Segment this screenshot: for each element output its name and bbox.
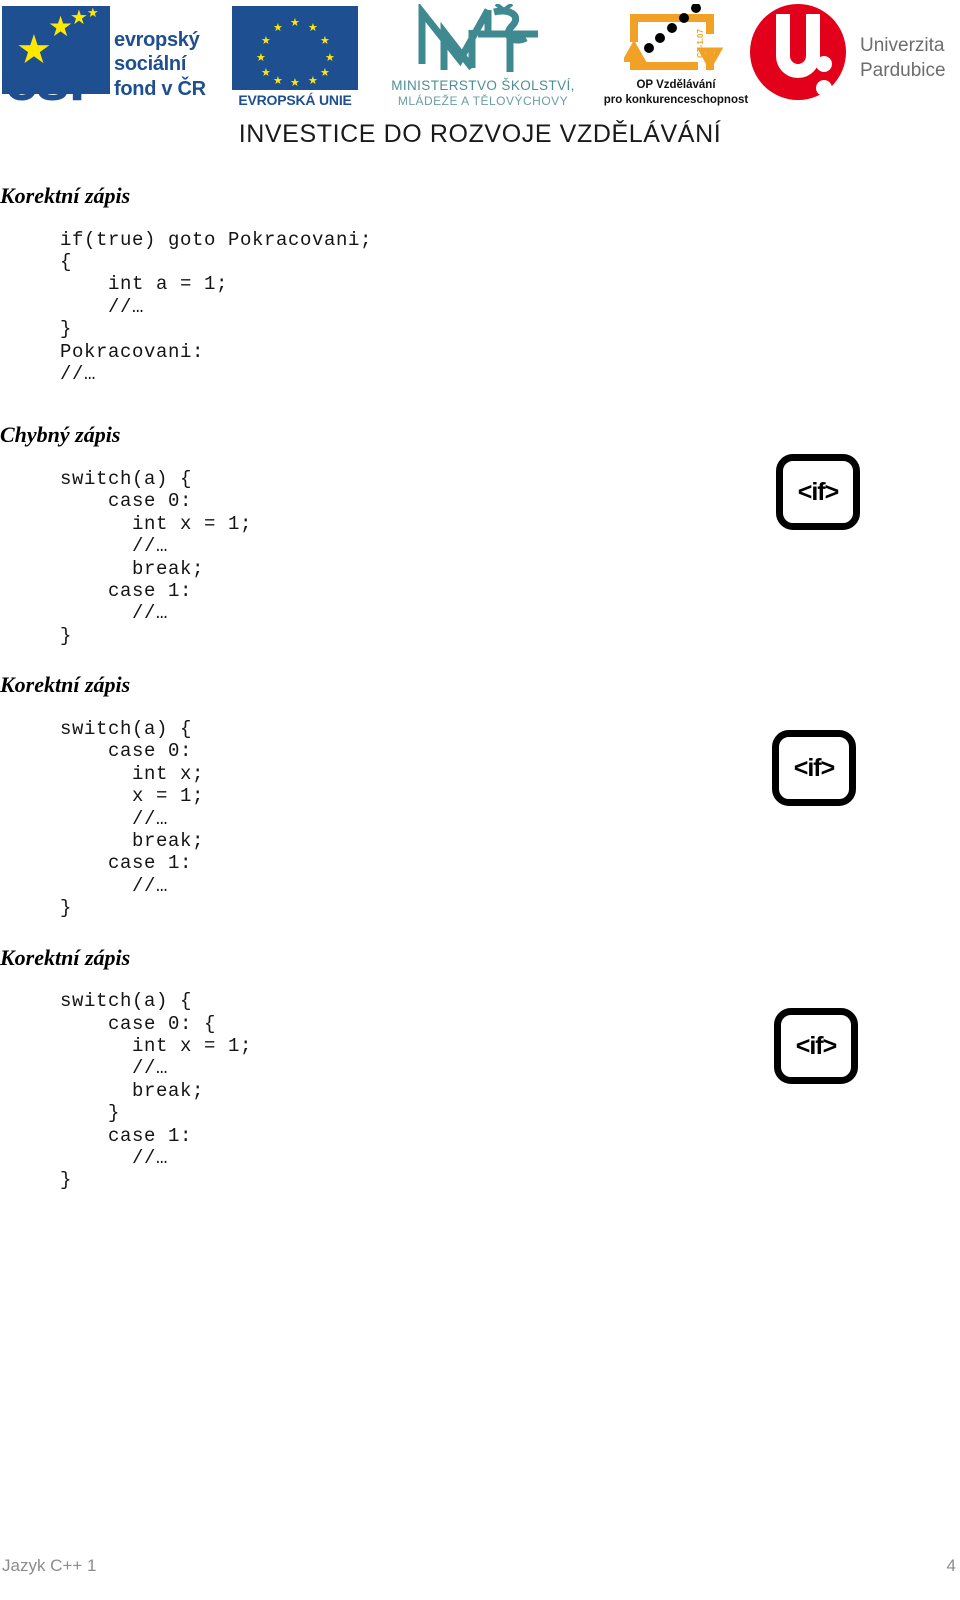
footer-page-number: 4 bbox=[946, 1556, 956, 1575]
section-heading: Korektní zápis bbox=[0, 944, 131, 970]
section-heading: Chybný zápis bbox=[0, 422, 121, 448]
op-vzdelavani-logo: CZ-1.07 OP Vzdělávání pro konkurencescho… bbox=[600, 3, 752, 112]
eu-star: ★ bbox=[308, 22, 318, 34]
if-tag-label: <if> bbox=[795, 1031, 837, 1060]
esf-tagline-line2: sociální bbox=[114, 53, 187, 76]
upce-mark-icon bbox=[746, 2, 850, 106]
eu-star: ★ bbox=[290, 17, 300, 29]
eu-star: ★ bbox=[320, 67, 330, 79]
upce-line2: Pardubice bbox=[860, 59, 946, 81]
section-korektni-zapis-1: Korektní zápis if(true) goto Pokracovani… bbox=[0, 178, 960, 385]
eu-star: ★ bbox=[273, 75, 283, 87]
esf-tagline-line1: evropský bbox=[114, 29, 200, 51]
eu-caption: EVROPSKÁ UNIE bbox=[238, 92, 352, 108]
eu-star: ★ bbox=[308, 75, 318, 87]
op-line1: OP Vzdělávání bbox=[636, 79, 716, 91]
if-tag-label: <if> bbox=[793, 753, 835, 782]
op-line2: pro konkurenceschopnost bbox=[603, 94, 749, 106]
if-tag-icon: <if> bbox=[776, 454, 860, 530]
eu-star: ★ bbox=[261, 67, 271, 79]
esf-star-tiny: ★ bbox=[87, 5, 99, 20]
eu-star: ★ bbox=[261, 35, 271, 47]
msmt-line2: MLÁDEŽE A TĚLOVÝCHOVY bbox=[397, 94, 569, 108]
esf-logo: ★ ★ ★ ★ esf evropský sociální fond v ČR bbox=[2, 5, 220, 111]
univerzita-pardubice-logo: Univerzita Pardubice bbox=[742, 2, 958, 108]
eu-star: ★ bbox=[290, 77, 300, 89]
footer-document-title: Jazyk C++ 1 bbox=[2, 1556, 97, 1575]
esf-tagline-line3: fond v ČR bbox=[114, 77, 206, 100]
european-union-logo: ★ ★ ★ ★ ★ ★ ★ ★ ★ ★ ★ ★ EVROPSKÁ UNIE bbox=[232, 6, 358, 110]
investice-banner: INVESTICE DO ROZVOJE VZDĚLÁVÁNÍ bbox=[238, 120, 722, 148]
page-footer: Jazyk C++ 1 4 bbox=[0, 1556, 960, 1586]
esf-tagline: evropský sociální fond v ČR bbox=[114, 28, 206, 101]
esf-wordmark: esf bbox=[4, 45, 88, 114]
msmt-logo: MINISTERSTVO ŠKOLSTVÍ, MLÁDEŽE A TĚLOVÝC… bbox=[366, 1, 600, 110]
section-heading: Korektní zápis bbox=[0, 183, 131, 208]
msmt-mark-icon bbox=[414, 1, 544, 76]
eu-star: ★ bbox=[320, 35, 330, 47]
eu-star: ★ bbox=[325, 52, 335, 64]
section-heading: Korektní zápis bbox=[0, 672, 131, 698]
if-tag-icon: <if> bbox=[772, 730, 856, 806]
esf-star-small: ★ bbox=[70, 7, 88, 29]
upce-line1: Univerzita bbox=[860, 35, 945, 56]
msmt-line1: MINISTERSTVO ŠKOLSTVÍ, bbox=[391, 78, 575, 93]
eu-flag-background: ★ ★ ★ ★ ★ ★ ★ ★ ★ ★ ★ ★ bbox=[232, 6, 358, 90]
upce-wordmark: Univerzita Pardubice bbox=[860, 34, 946, 83]
header-logo-bar: ★ ★ ★ ★ esf evropský sociální fond v ČR … bbox=[0, 0, 960, 148]
if-tag-label: <if> bbox=[797, 477, 839, 506]
eu-star: ★ bbox=[273, 22, 283, 34]
svg-text:CZ-1.07: CZ-1.07 bbox=[696, 29, 705, 58]
code-block: if(true) goto Pokracovani; { int a = 1; … bbox=[60, 228, 373, 386]
op-mark-icon: CZ-1.07 bbox=[621, 3, 728, 78]
eu-star: ★ bbox=[256, 52, 266, 64]
if-tag-icon: <if> bbox=[774, 1008, 858, 1084]
